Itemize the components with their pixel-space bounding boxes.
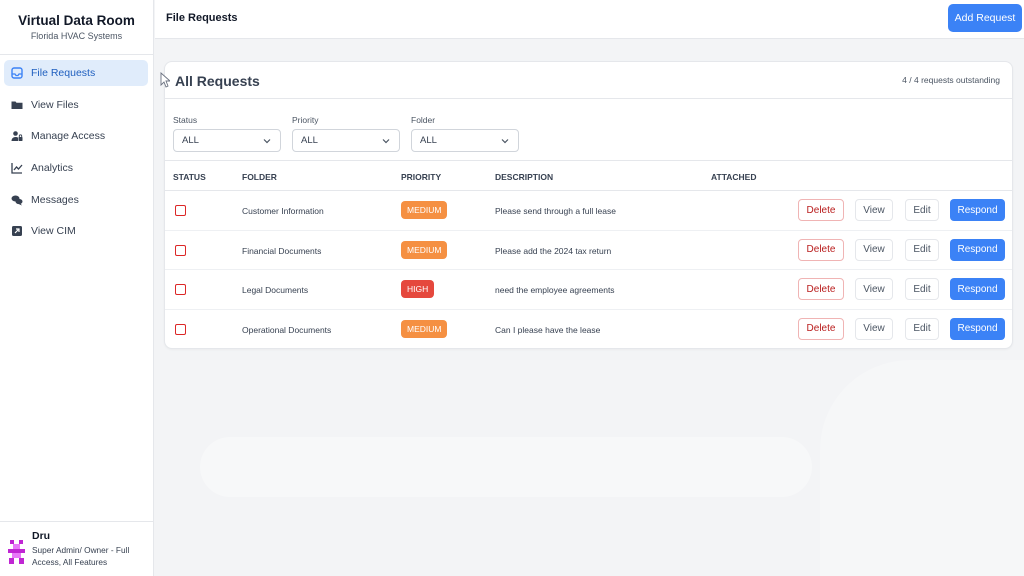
priority-select[interactable]: ALL [292,129,400,152]
folder-select[interactable]: ALL [411,129,519,152]
edit-button[interactable]: Edit [905,199,939,221]
sidebar-item-manage-access[interactable]: Manage Access [4,123,148,149]
topbar: File Requests Add Request [155,0,1024,39]
description-cell: Please send through a full lease [495,206,616,216]
user-lock-icon [10,130,23,143]
delete-button[interactable]: Delete [798,199,844,221]
user-name: Dru [32,530,51,542]
sidebar-item-label: View Files [31,98,79,111]
user-role: Super Admin/ Owner - Full Access, All Fe… [32,545,130,567]
delete-button[interactable]: Delete [798,238,844,261]
inbox-icon [10,67,23,80]
delete-button[interactable]: Delete [798,317,844,340]
brand: Virtual Data Room Florida HVAC Systems [0,0,153,55]
brand-subtitle: Florida HVAC Systems [30,31,123,41]
edit-button[interactable]: Edit [905,317,939,340]
view-button[interactable]: View [855,278,893,300]
folder-cell: Customer Information [242,206,324,216]
sidebar-item-label: Messages [31,193,79,206]
sidebar-item-label: Manage Access [31,130,106,143]
view-button[interactable]: View [855,317,893,340]
status-checkbox[interactable] [175,284,186,295]
page-title: File Requests [166,12,238,24]
edit-button[interactable]: Edit [905,278,939,300]
folder-cell: Operational Documents [242,324,332,335]
description-cell: need the employee agreements [495,285,615,295]
view-button[interactable]: View [855,238,893,261]
background-shape [820,360,1024,576]
edit-button[interactable]: Edit [905,238,939,261]
priority-badge: HIGH [401,280,435,298]
table-row: Financial Documents MEDIUM Please add th… [165,231,1012,270]
select-value: ALL [301,135,318,146]
sidebar: Virtual Data Room Florida HVAC Systems F… [0,0,154,576]
status-checkbox[interactable] [175,323,186,335]
respond-button[interactable]: Respond [950,199,1005,221]
requests-count: 4 / 4 requests outstanding [902,75,1000,85]
priority-badge: MEDIUM [401,240,448,259]
status-checkbox[interactable] [175,205,186,216]
column-header-priority: PRIORITY [401,172,442,182]
user-info: Dru Super Admin/ Owner - Full Access, Al… [32,530,148,576]
priority-badge: MEDIUM [401,201,448,219]
column-header-attached: ATTACHED [711,172,757,182]
sidebar-nav: File Requests View Files Manage Access A… [0,55,153,244]
folder-cell: Financial Documents [242,245,322,256]
description-cell: Can I please have the lease [495,324,601,335]
folder-filter: Folder ALL [411,115,519,152]
table-header: STATUS FOLDER PRIORITY DESCRIPTION ATTAC… [165,161,1012,191]
requests-card: All Requests 4 / 4 requests outstanding … [164,61,1013,349]
sidebar-item-label: Analytics [31,162,74,175]
sidebar-item-label: View CIM [31,225,76,238]
respond-button[interactable]: Respond [950,238,1005,261]
mouse-cursor-icon [160,72,170,88]
comments-icon [10,193,23,206]
folder-cell: Legal Documents [242,285,309,295]
respond-button[interactable]: Respond [950,317,1005,340]
filter-label: Priority [292,115,319,125]
status-checkbox[interactable] [175,244,186,256]
column-header-folder: FOLDER [242,172,277,182]
user-profile[interactable]: Dru Super Admin/ Owner - Full Access, Al… [0,521,154,576]
delete-button[interactable]: Delete [798,278,844,300]
table-row: Legal Documents HIGH need the employee a… [165,270,1012,310]
sidebar-item-messages[interactable]: Messages [4,187,148,213]
filter-label: Folder [411,115,436,125]
brand-title: Virtual Data Room [18,13,135,28]
background-shape [200,437,812,497]
filter-label: Status [173,115,198,125]
chevron-down-icon [263,138,271,143]
status-select[interactable]: ALL [173,129,281,152]
chevron-down-icon [501,138,509,143]
table-row: Customer Information MEDIUM Please send … [165,191,1012,231]
column-header-status: STATUS [173,172,206,182]
folder-icon [10,98,23,111]
chevron-down-icon [382,138,390,143]
chart-line-icon [10,162,23,175]
table-row: Operational Documents MEDIUM Can I pleas… [165,310,1012,350]
status-filter: Status ALL [173,115,281,152]
card-header: All Requests 4 / 4 requests outstanding [165,62,1012,99]
column-header-description: DESCRIPTION [495,172,554,182]
filters: Status ALL Priority ALL Folder ALL [165,99,1012,161]
view-button[interactable]: View [855,199,893,221]
add-request-button[interactable]: Add Request [948,4,1022,32]
priority-filter: Priority ALL [292,115,400,152]
select-value: ALL [420,135,437,146]
respond-button[interactable]: Respond [950,278,1005,300]
select-value: ALL [182,135,199,146]
sidebar-item-file-requests[interactable]: File Requests [4,60,148,86]
external-link-icon [10,225,23,238]
sidebar-item-analytics[interactable]: Analytics [4,155,148,181]
table-body: Customer Information MEDIUM Please send … [165,191,1012,349]
sidebar-item-view-cim[interactable]: View CIM [4,218,148,244]
priority-badge: MEDIUM [401,319,448,338]
card-title: All Requests [175,73,260,89]
avatar [8,540,25,564]
description-cell: Please add the 2024 tax return [495,245,612,256]
sidebar-item-label: File Requests [31,67,96,79]
sidebar-item-view-files[interactable]: View Files [4,92,148,118]
